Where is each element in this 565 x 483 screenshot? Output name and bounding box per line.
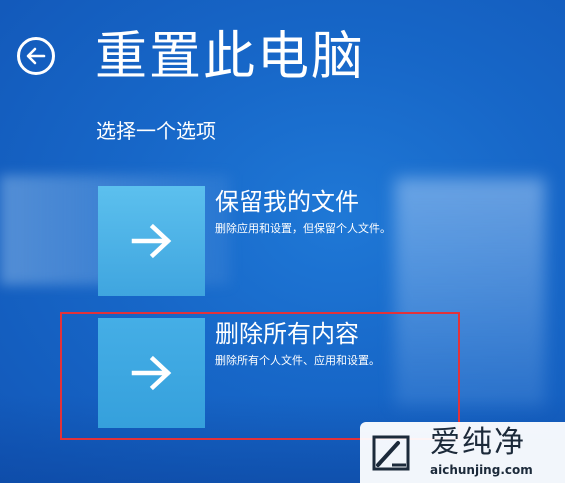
option-description: 删除应用和设置，但保留个人文件。	[215, 222, 391, 235]
option-keep-my-files[interactable]: 保留我的文件 删除应用和设置，但保留个人文件。	[98, 186, 468, 306]
option-tile[interactable]	[98, 186, 205, 296]
watermark-url: aichunjing.com	[430, 463, 533, 477]
option-title: 保留我的文件	[215, 188, 359, 216]
highlight-box	[60, 312, 460, 440]
watermark-name: 爱纯净	[430, 425, 526, 460]
back-arrow-icon	[26, 47, 46, 65]
arrow-right-icon	[131, 223, 171, 259]
page-title: 重置此电脑	[95, 27, 366, 87]
back-button[interactable]	[17, 37, 55, 75]
page-subtitle: 选择一个选项	[96, 119, 216, 143]
watermark: 爱纯净 aichunjing.com	[360, 422, 565, 483]
site-logo-icon	[372, 435, 410, 471]
